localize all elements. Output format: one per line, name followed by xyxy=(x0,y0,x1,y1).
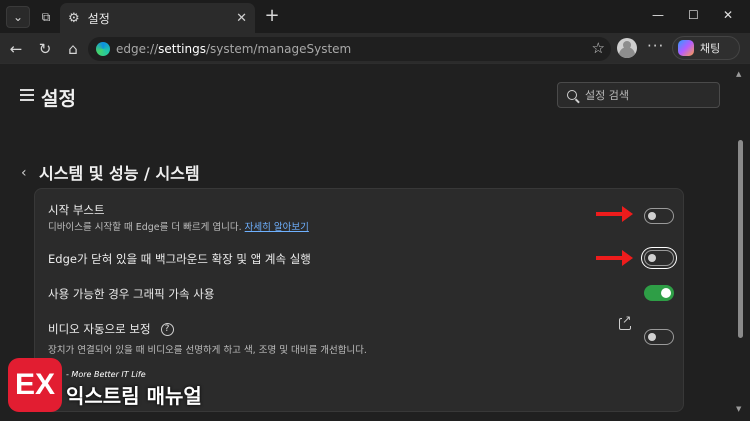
external-link-icon[interactable] xyxy=(619,313,632,330)
graphics-acceleration-title: 사용 가능한 경우 그래픽 가속 사용 xyxy=(48,287,215,301)
address-bar[interactable]: edge://settings/system/manageSystem ☆ xyxy=(88,37,611,61)
video-enhance-desc: 장치가 연결되어 있을 때 비디오를 선명하게 하고 색, 조명 및 대비를 개… xyxy=(48,345,367,356)
video-enhance-title: 비디오 자동으로 보정? xyxy=(48,321,174,337)
minimize-icon[interactable]: — xyxy=(652,8,664,22)
startup-boost-title: 시작 부스트 xyxy=(48,203,105,217)
close-tab-icon[interactable]: ✕ xyxy=(236,11,247,26)
watermark: EX - More Better IT Life 익스트림 매뉴얼 xyxy=(8,358,218,414)
copilot-icon xyxy=(678,40,694,56)
favorite-star-icon[interactable]: ☆ xyxy=(592,39,605,57)
startup-boost-toggle[interactable] xyxy=(644,208,674,224)
background-extensions-toggle[interactable] xyxy=(644,250,674,266)
search-input[interactable] xyxy=(585,88,705,102)
tab-settings[interactable]: ⚙ 설정 ✕ xyxy=(60,3,255,33)
watermark-tagline: - More Better IT Life xyxy=(66,370,146,379)
tab-title: 설정 xyxy=(87,11,110,26)
page-scrollbar[interactable]: ▲ ▼ xyxy=(736,70,744,415)
help-icon[interactable]: ? xyxy=(160,323,174,336)
gear-icon: ⚙ xyxy=(68,10,80,26)
title-bar: ⌄ ⧉ ⚙ 설정 ✕ + — ☐ ✕ xyxy=(0,0,750,33)
back-chevron-icon[interactable]: ‹ xyxy=(21,165,27,181)
hamburger-menu-icon[interactable] xyxy=(20,89,34,101)
toolbar: ← ↻ ⌂ edge://settings/system/manageSyste… xyxy=(0,33,750,63)
scroll-thumb[interactable] xyxy=(738,140,743,338)
maximize-icon[interactable]: ☐ xyxy=(688,8,699,22)
copilot-chat-button[interactable]: 채팅 xyxy=(672,36,740,60)
address-url: edge://settings/system/manageSystem xyxy=(116,42,352,56)
annotation-arrow xyxy=(596,206,633,222)
workspaces-icon[interactable]: ⧉ xyxy=(34,6,58,28)
learn-more-link[interactable]: 자세히 알아보기 xyxy=(245,222,309,233)
watermark-name: 익스트림 매뉴얼 xyxy=(66,384,202,408)
back-arrow-icon[interactable]: ← xyxy=(6,39,26,59)
profile-avatar[interactable] xyxy=(617,38,637,58)
new-tab-button[interactable]: + xyxy=(262,6,282,26)
watermark-logo: EX xyxy=(8,358,62,412)
scroll-down-icon[interactable]: ▼ xyxy=(736,405,741,413)
background-extensions-title: Edge가 닫혀 있을 때 백그라운드 확장 및 앱 계속 실행 xyxy=(48,252,311,266)
scroll-up-icon[interactable]: ▲ xyxy=(736,70,741,78)
startup-boost-desc: 디바이스를 시작할 때 Edge를 더 빠르게 엽니다. 자세히 알아보기 xyxy=(48,222,309,233)
chat-label: 채팅 xyxy=(700,42,721,55)
more-menu-icon[interactable]: ··· xyxy=(647,37,664,55)
video-enhance-toggle[interactable] xyxy=(644,329,674,345)
settings-search[interactable] xyxy=(557,82,720,108)
page-title: 설정 xyxy=(41,88,76,110)
tab-actions-chevron-down-icon[interactable]: ⌄ xyxy=(6,6,30,28)
annotation-arrow xyxy=(596,250,633,266)
search-icon xyxy=(567,90,577,100)
edge-logo-icon xyxy=(96,42,110,56)
home-icon[interactable]: ⌂ xyxy=(63,39,83,59)
graphics-acceleration-toggle[interactable] xyxy=(644,285,674,301)
refresh-icon[interactable]: ↻ xyxy=(35,39,55,59)
breadcrumb: 시스템 및 성능 / 시스템 xyxy=(39,164,200,183)
close-window-icon[interactable]: ✕ xyxy=(723,8,733,22)
